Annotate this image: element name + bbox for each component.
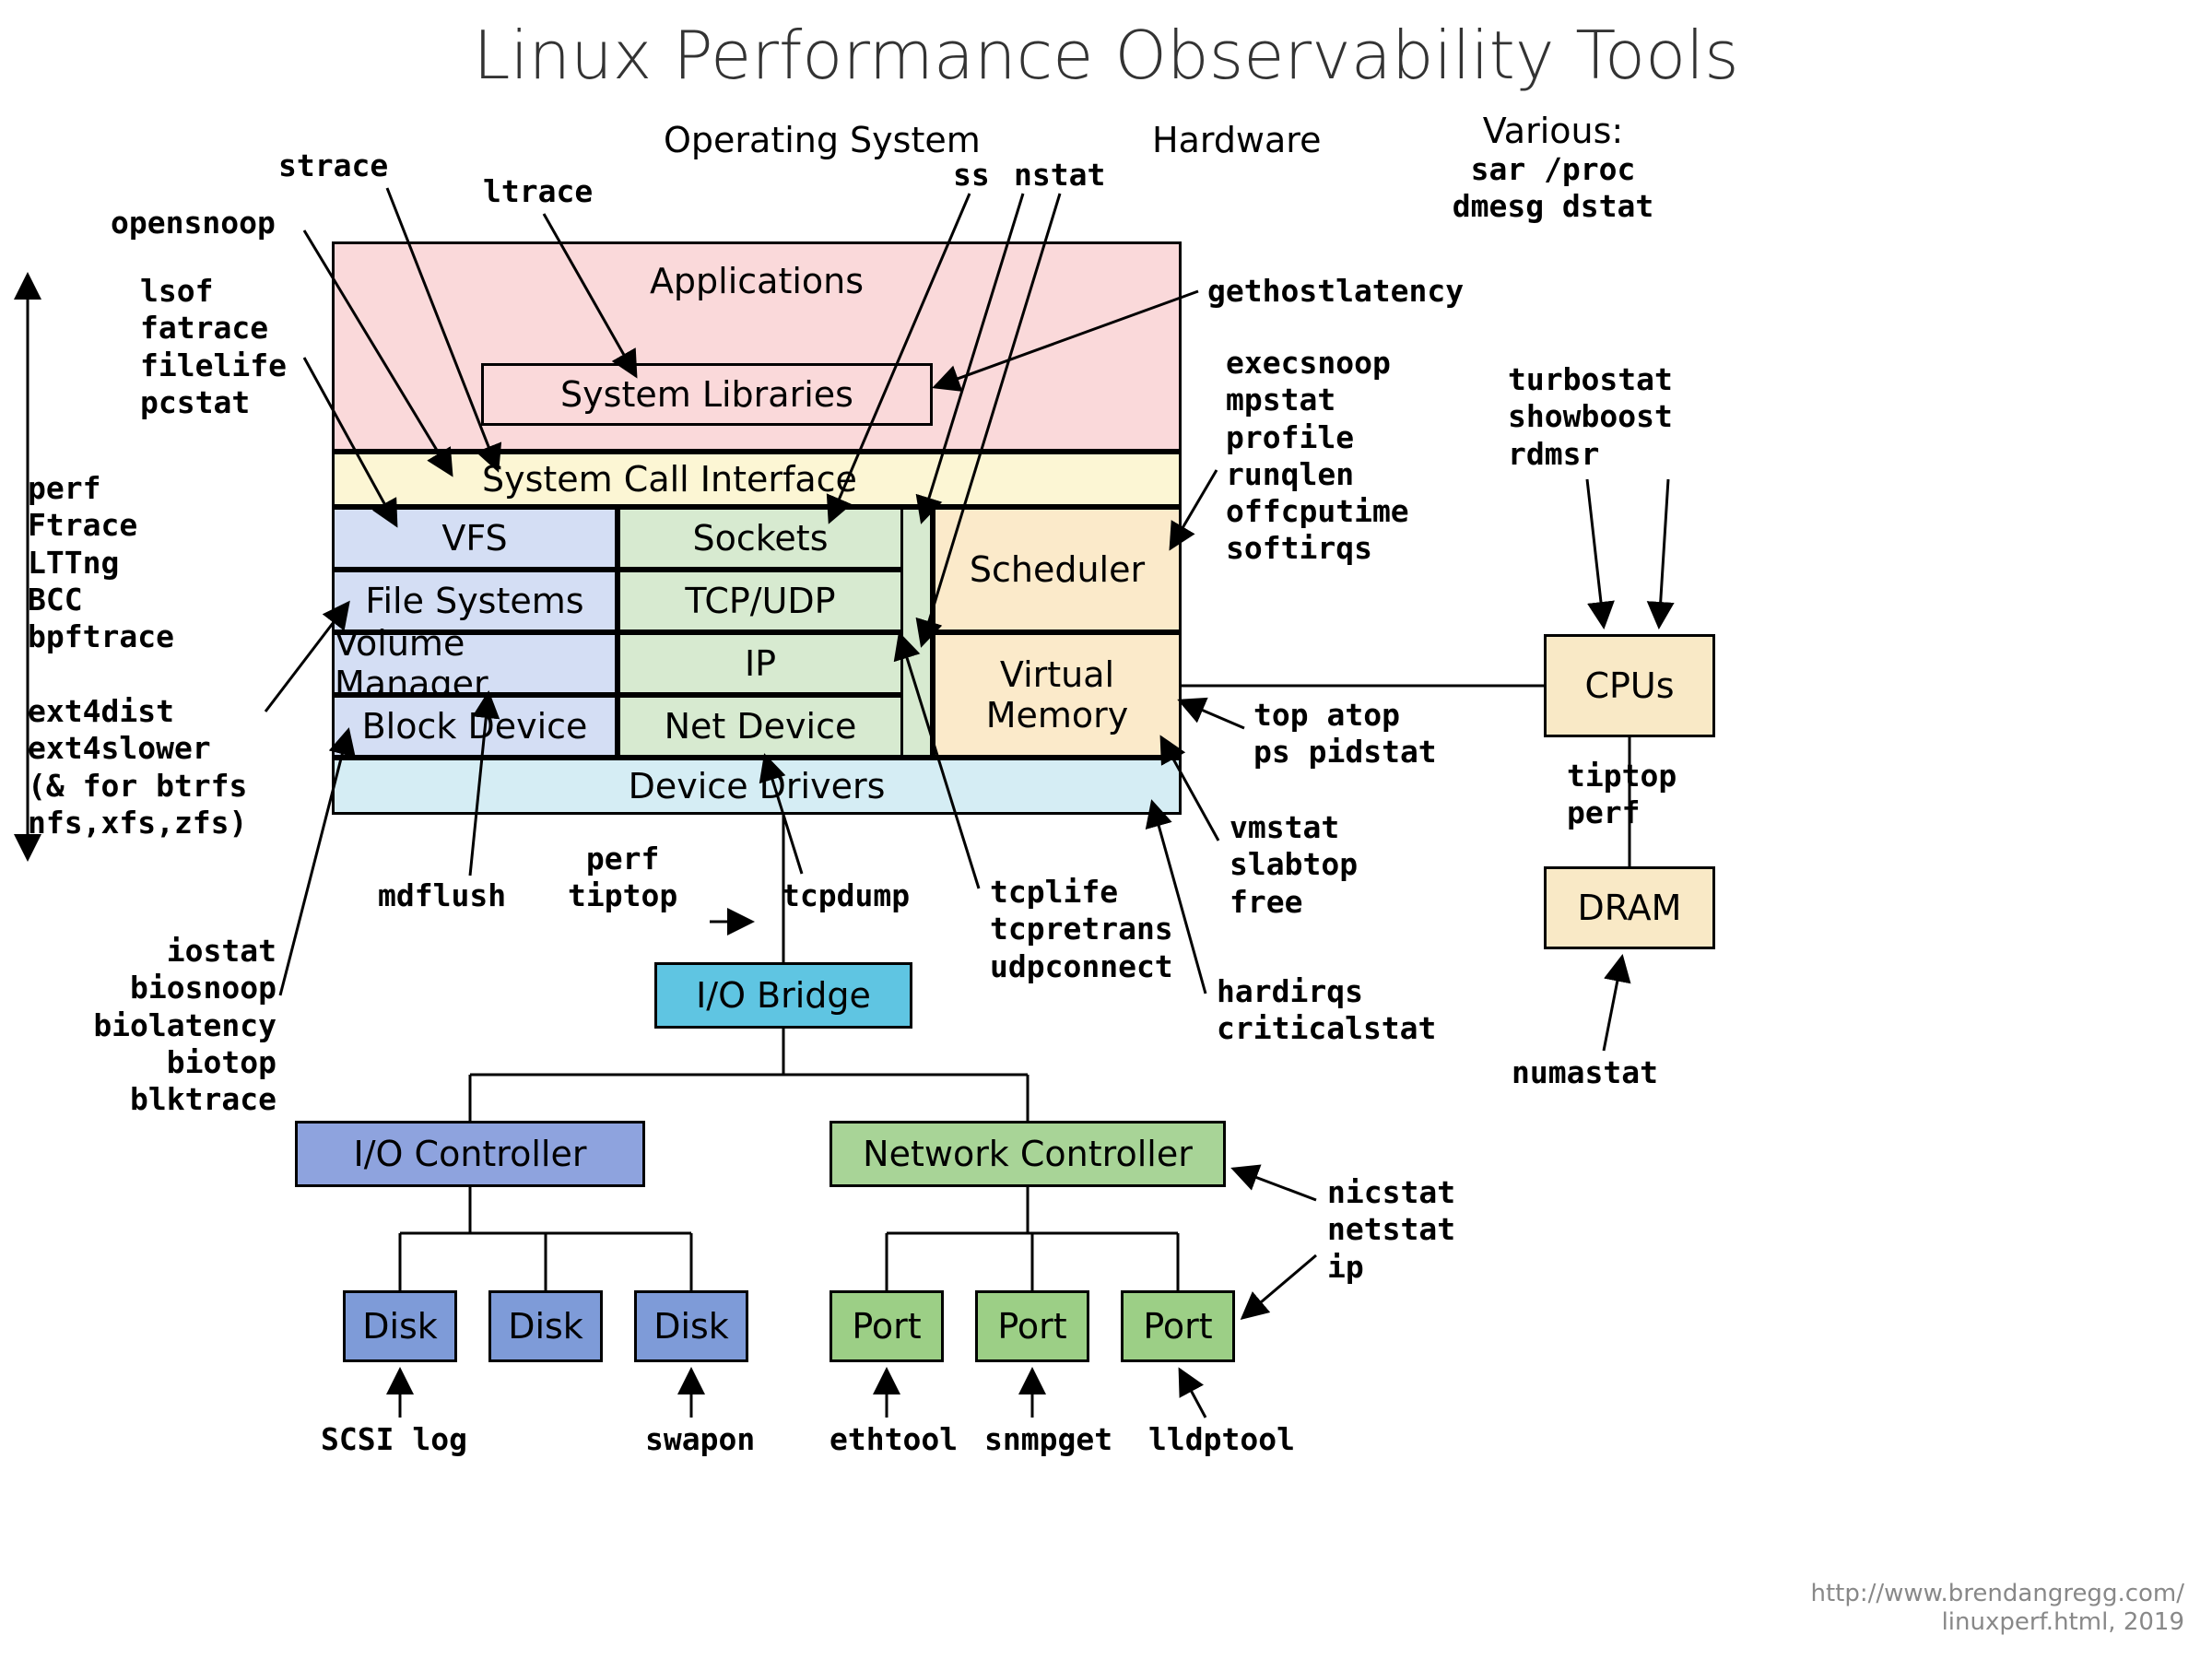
box-virtual-memory: Virtual Memory xyxy=(933,632,1182,758)
box-dram: DRAM xyxy=(1544,866,1715,949)
tool-swapon: swapon xyxy=(645,1421,755,1458)
box-disk-1: Disk xyxy=(343,1290,457,1362)
header-os: Operating System xyxy=(664,120,981,160)
tool-ext4-group: ext4dist ext4slower (& for btrfs nfs,xfs… xyxy=(28,693,247,841)
box-sockets: Sockets xyxy=(618,507,903,570)
tool-perf-group: perf Ftrace LTTng BCC bpftrace xyxy=(28,470,174,655)
tool-tcpdump: tcpdump xyxy=(782,877,910,914)
header-various: Various: xyxy=(1433,111,1673,151)
box-tcp-udp: TCP/UDP xyxy=(618,570,903,632)
box-syscall: System Call Interface xyxy=(332,452,1182,507)
tool-ltrace: ltrace xyxy=(483,173,593,210)
tool-top-group: top atop ps pidstat xyxy=(1253,697,1437,771)
tool-opensnoop: opensnoop xyxy=(111,205,276,241)
tool-tiptop-perf: tiptop perf xyxy=(1567,758,1677,832)
tool-gethostlatency: gethostlatency xyxy=(1207,273,1464,310)
box-system-libraries: System Libraries xyxy=(481,363,933,426)
tool-hardirqs-group: hardirqs criticalstat xyxy=(1217,973,1436,1048)
box-scheduler: Scheduler xyxy=(933,507,1182,632)
box-port-2: Port xyxy=(975,1290,1089,1362)
tool-perf-tiptop: perf tiptop xyxy=(568,841,677,915)
tool-ss: ss xyxy=(953,157,990,194)
box-network-controller: Network Controller xyxy=(830,1121,1226,1187)
box-vfs: VFS xyxy=(332,507,618,570)
tool-strace: strace xyxy=(278,147,388,184)
box-volume-manager: Volume Manager xyxy=(332,632,618,695)
box-disk-3: Disk xyxy=(634,1290,748,1362)
box-io-controller: I/O Controller xyxy=(295,1121,645,1187)
header-hw: Hardware xyxy=(1152,120,1321,160)
box-socket-strip xyxy=(903,507,933,758)
box-port-1: Port xyxy=(830,1290,944,1362)
tool-snmpget: snmpget xyxy=(984,1421,1112,1458)
box-io-bridge: I/O Bridge xyxy=(654,962,912,1029)
tool-numastat: numastat xyxy=(1512,1054,1658,1091)
tool-iostat-group: iostat biosnoop biolatency biotop blktra… xyxy=(18,933,276,1118)
tool-scsi-log: SCSI log xyxy=(321,1421,467,1458)
box-device-drivers: Device Drivers xyxy=(332,758,1182,815)
tool-tcplife-group: tcplife tcpretrans udpconnect xyxy=(990,874,1173,985)
tool-mdflush: mdflush xyxy=(378,877,506,914)
box-port-3: Port xyxy=(1121,1290,1235,1362)
box-disk-2: Disk xyxy=(488,1290,603,1362)
tool-lsof-group: lsof fatrace filelife pcstat xyxy=(140,273,287,421)
tool-various: sar /proc dmesg dstat xyxy=(1433,151,1673,226)
diagram-title: Linux Performance Observability Tools xyxy=(0,17,2212,94)
tool-lldptool: lldptool xyxy=(1148,1421,1295,1458)
tool-nic-group: nicstat netstat ip xyxy=(1327,1174,1455,1286)
tool-nstat: nstat xyxy=(1014,157,1105,194)
box-cpus: CPUs xyxy=(1544,634,1715,737)
tool-ethtool: ethtool xyxy=(830,1421,958,1458)
box-ip: IP xyxy=(618,632,903,695)
box-block-device: Block Device xyxy=(332,695,618,758)
credit: http://www.brendangregg.com/ linuxperf.h… xyxy=(1810,1580,2184,1637)
box-net-device: Net Device xyxy=(618,695,903,758)
tool-vmstat-group: vmstat slabtop free xyxy=(1230,809,1358,921)
tool-turbo-group: turbostat showboost rdmsr xyxy=(1508,361,1673,473)
tool-scheduler-group: execsnoop mpstat profile runqlen offcput… xyxy=(1226,345,1409,568)
